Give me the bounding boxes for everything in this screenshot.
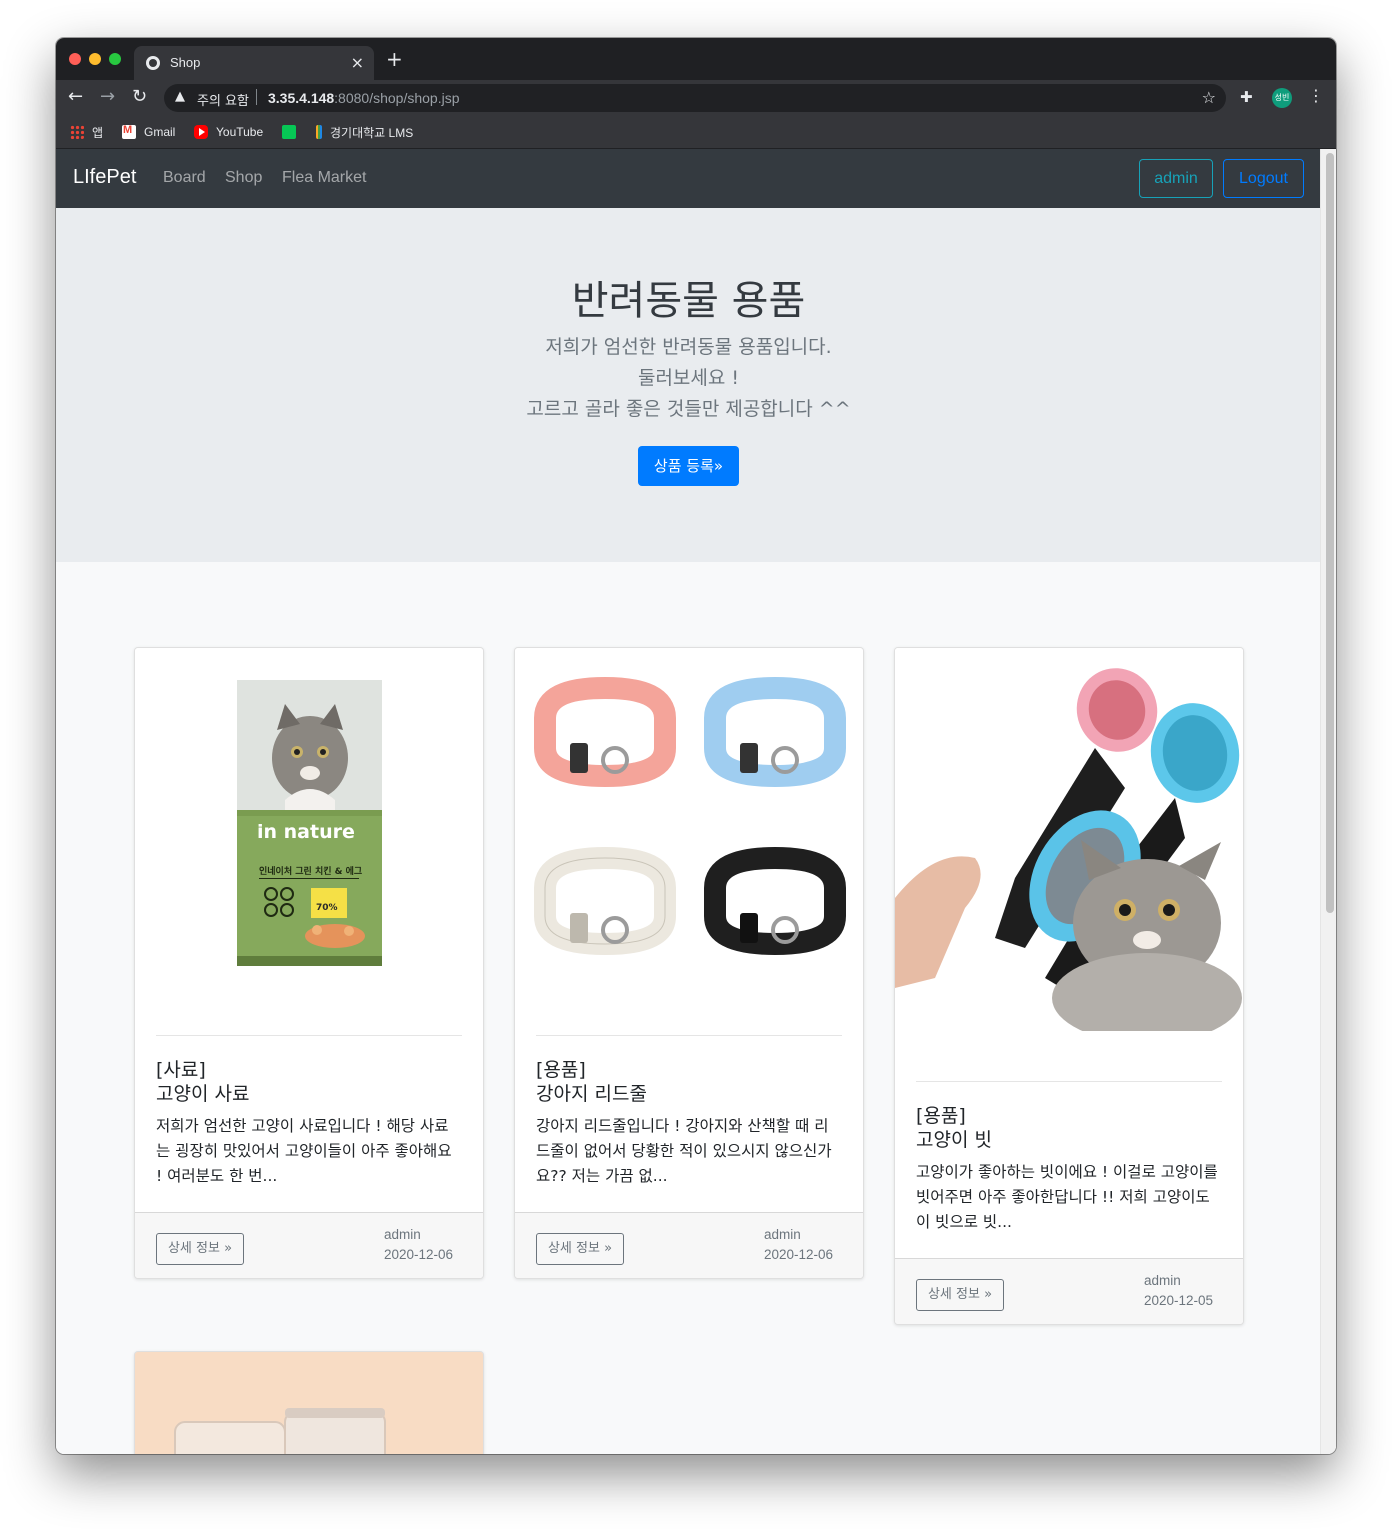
- reload-icon[interactable]: ↻: [132, 86, 147, 108]
- bookmark-label: Gmail: [144, 125, 176, 139]
- url-text[interactable]: 3.35.4.148:8080/shop/shop.jsp: [268, 90, 460, 106]
- product-author: admin: [384, 1227, 421, 1242]
- card-footer: 상세 정보 » admin 2020-12-05: [895, 1258, 1243, 1324]
- bookmarks-bar: 앱 Gmail YouTube 경기대학교 LMS: [56, 116, 1336, 149]
- gmail-icon: [122, 124, 136, 139]
- apps-icon: [70, 125, 84, 139]
- logout-button[interactable]: Logout: [1223, 159, 1304, 198]
- bookmark-lms[interactable]: 경기대학교 LMS: [316, 123, 413, 141]
- product-description: 저희가 엄선한 고양이 사료입니다 ! 해당 사료는 굉장히 맛있어서 고양이들…: [156, 1117, 452, 1185]
- window-minimize-button[interactable]: [89, 53, 101, 65]
- window-maximize-button[interactable]: [109, 53, 121, 65]
- profile-avatar[interactable]: 성빈: [1272, 88, 1292, 108]
- product-name: 고양이 사료: [156, 1083, 250, 1105]
- nav-link-board[interactable]: Board: [163, 169, 206, 187]
- product-image[interactable]: [895, 648, 1243, 1043]
- nav-link-flea-market[interactable]: Flea Market: [282, 169, 366, 187]
- tab-close-icon[interactable]: ×: [351, 53, 364, 72]
- product-author: admin: [1144, 1273, 1181, 1288]
- tab-title: Shop: [170, 55, 201, 70]
- card-divider: [156, 1035, 462, 1036]
- youtube-icon: [194, 125, 208, 139]
- bookmark-gmail[interactable]: Gmail: [122, 123, 175, 141]
- package-brand-text: in nature: [257, 821, 355, 843]
- scrollbar-thumb[interactable]: [1326, 153, 1334, 913]
- product-card: [용품] 고양이 빗 고양이가 좋아하는 빗이에요 ! 이걸로 고양이를 빗어주…: [894, 647, 1244, 1325]
- product-card: [용품] 강아지 리드줄 강아지 리드줄입니다 ! 강아지와 산책할 때 리드줄…: [514, 647, 864, 1279]
- more-menu-icon[interactable]: ⋮: [1308, 86, 1324, 105]
- cat-food-bag-image: in nature 인네이처 그린 치킨 & 에그 70%: [237, 680, 382, 966]
- new-tab-button[interactable]: +: [386, 48, 403, 70]
- card-footer: 상세 정보 » admin 2020-12-06: [515, 1212, 863, 1278]
- collar-black: [704, 846, 846, 956]
- product-category: [용품]: [916, 1105, 966, 1127]
- detail-button[interactable]: 상세 정보 »: [156, 1233, 244, 1265]
- product-category: [사료]: [156, 1059, 206, 1081]
- forward-arrow-icon[interactable]: →: [100, 86, 115, 108]
- product-date: 2020-12-05: [1144, 1293, 1214, 1308]
- window-close-button[interactable]: [69, 53, 81, 65]
- collar-set-image: [534, 676, 846, 956]
- product-image[interactable]: in nature 인네이처 그린 치킨 & 에그 70%: [135, 648, 483, 1028]
- hero-title: 반려동물 용품: [571, 278, 806, 324]
- extensions-puzzle-icon[interactable]: ✚: [1240, 88, 1253, 106]
- collar-pink: [534, 676, 676, 788]
- bookmark-label: 경기대학교 LMS: [330, 125, 414, 140]
- url-separator: [256, 89, 257, 105]
- url-path: :8080/shop/shop.jsp: [334, 90, 460, 106]
- product-card: [134, 1351, 484, 1454]
- site-navbar: LIfePet Board Shop Flea Market admin Log…: [56, 149, 1321, 208]
- card-divider: [916, 1081, 1222, 1082]
- globe-icon: [146, 56, 160, 70]
- hero-line-3: 고르고 골라 좋은 것들만 제공합니다 ^^: [526, 398, 851, 420]
- detail-button[interactable]: 상세 정보 »: [536, 1233, 624, 1265]
- bookmark-youtube[interactable]: YouTube: [194, 123, 263, 141]
- bookmark-label: 앱: [92, 125, 104, 140]
- product-date: 2020-12-06: [764, 1247, 834, 1262]
- product-description: 강아지 리드줄입니다 ! 강아지와 산책할 때 리드줄이 없어서 당황한 적이 …: [536, 1117, 832, 1185]
- product-name: 강아지 리드줄: [536, 1083, 647, 1105]
- product-description: 고양이가 좋아하는 빗이에요 ! 이걸로 고양이를 빗어주면 아주 좋아한답니다…: [916, 1163, 1218, 1231]
- scrollbar-track[interactable]: [1320, 149, 1336, 1454]
- product-author: admin: [764, 1227, 801, 1242]
- tab-bar: Shop × +: [56, 38, 1336, 80]
- site-brand[interactable]: LIfePet: [73, 166, 136, 189]
- bookmark-label: YouTube: [216, 125, 264, 139]
- register-product-button[interactable]: 상품 등록»: [638, 446, 739, 486]
- url-host: 3.35.4.148: [268, 90, 335, 106]
- browser-window: Shop × + ← → ↻ ▲ 주의 요함 3.35.4.148:8080/s…: [56, 38, 1336, 1454]
- lms-icon: [316, 125, 322, 139]
- bookmark-apps[interactable]: 앱: [70, 123, 103, 141]
- card-divider: [536, 1035, 842, 1036]
- glass-jar-image: [135, 1352, 483, 1454]
- admin-button[interactable]: admin: [1139, 159, 1213, 198]
- product-category: [용품]: [536, 1059, 586, 1081]
- browser-toolbar: ← → ↻ ▲ 주의 요함 3.35.4.148:8080/shop/shop.…: [56, 80, 1336, 116]
- hero-line-2: 둘러보세요 !: [637, 367, 740, 389]
- back-arrow-icon[interactable]: ←: [68, 86, 83, 108]
- product-card: in nature 인네이처 그린 치킨 & 에그 70% [사료] 고양이 사…: [134, 647, 484, 1279]
- hero-line-1: 저희가 엄선한 반려동물 용품입니다.: [545, 336, 832, 358]
- product-name: 고양이 빗: [916, 1129, 992, 1151]
- address-bar[interactable]: ▲ 주의 요함 3.35.4.148:8080/shop/shop.jsp ☆: [164, 84, 1226, 112]
- hero-jumbotron: 반려동물 용품 저희가 엄선한 반려동물 용품입니다. 둘러보세요 ! 고르고 …: [56, 208, 1321, 562]
- page-viewport: LIfePet Board Shop Flea Market admin Log…: [56, 149, 1336, 1454]
- detail-button[interactable]: 상세 정보 »: [916, 1279, 1004, 1311]
- card-footer: 상세 정보 » admin 2020-12-06: [135, 1212, 483, 1278]
- nav-link-shop[interactable]: Shop: [225, 169, 262, 187]
- product-date: 2020-12-06: [384, 1247, 454, 1262]
- package-badge-text: 70%: [316, 903, 338, 913]
- collar-blue: [704, 676, 846, 788]
- bookmark-star-icon[interactable]: ☆: [1202, 88, 1216, 107]
- warning-icon: ▲: [175, 89, 185, 104]
- product-image[interactable]: [515, 648, 863, 1028]
- package-product-text: 인네이처 그린 치킨 & 에그: [259, 865, 362, 877]
- tab-shop[interactable]: Shop ×: [134, 46, 374, 80]
- cat-brush-image: [895, 648, 1243, 1043]
- product-image[interactable]: [135, 1352, 483, 1454]
- collar-white: [534, 846, 676, 956]
- line-icon: [282, 125, 296, 139]
- security-label[interactable]: 주의 요함: [197, 90, 249, 109]
- bookmark-line[interactable]: [282, 123, 304, 141]
